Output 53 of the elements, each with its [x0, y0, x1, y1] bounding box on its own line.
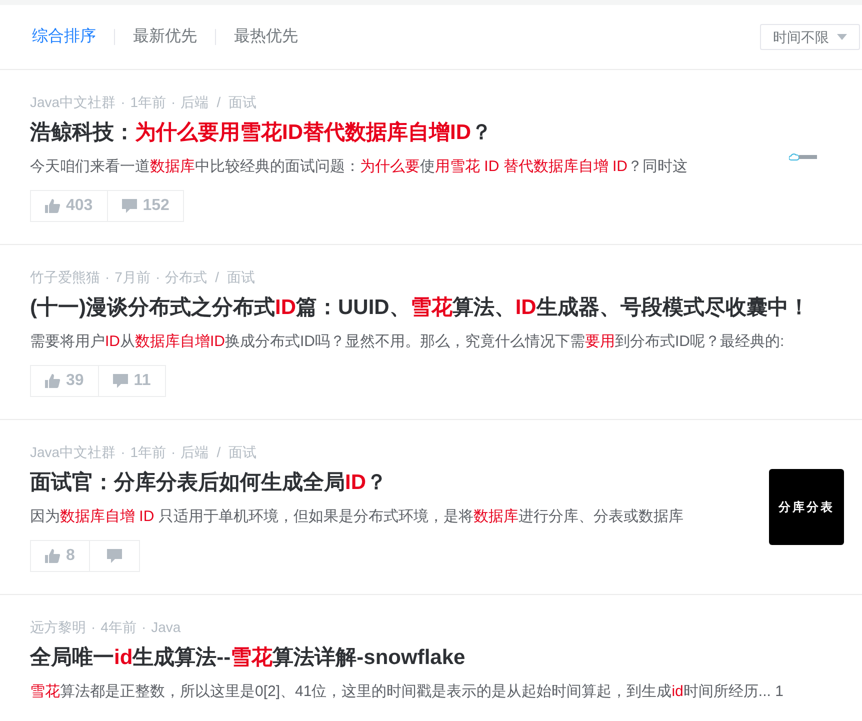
thumbs-up-icon [45, 199, 60, 213]
time-filter-dropdown[interactable]: 时间不限 [760, 24, 860, 50]
meta-separator: · [91, 618, 96, 636]
meta-separator: · [141, 618, 146, 636]
tag-link[interactable]: 面试 [228, 92, 257, 112]
comment-icon [122, 199, 137, 213]
post-time: 1年前 [130, 92, 166, 112]
article-title[interactable]: 面试官：分库分表后如何生成全局ID？ [30, 470, 759, 496]
post-time: 7月前 [114, 268, 150, 286]
cloud-logo-icon [789, 153, 819, 161]
meta-separator: · [120, 92, 126, 112]
category-link[interactable]: Java [151, 616, 181, 638]
article-title[interactable]: 浩鲸科技：为什么要用雪花ID替代数据库自增ID？ [30, 120, 754, 146]
comment-button[interactable]: 11 [98, 365, 166, 397]
tag-separator: / [215, 268, 220, 286]
like-button[interactable]: 8 [30, 540, 90, 572]
article-snippet: 因为数据库自增 ID 只适用于单机环境，但如果是分布式环境，是将数据库进行分库、分表或数据库 [30, 507, 684, 527]
category-link[interactable]: 后端 [180, 442, 209, 462]
post-time: 4年前 [100, 618, 136, 636]
tag-separator: / [216, 92, 221, 112]
tag-link[interactable]: 面试 [228, 442, 257, 462]
article-title[interactable]: (十一)漫谈分布式之分布式ID篇：UUID、雪花算法、ID生成器、号段模式尽收囊中！ [30, 295, 844, 321]
post-time: 1年前 [130, 442, 166, 462]
tag-separator: / [216, 442, 221, 462]
author-link[interactable]: Java中文社群 [30, 442, 116, 462]
comment-button[interactable]: 152 [108, 190, 184, 222]
author-link[interactable]: 远方黎明 [30, 616, 86, 638]
sort-tab[interactable]: 综合排序 [32, 25, 96, 49]
author-link[interactable]: 竹子爱熊猫 [30, 266, 100, 288]
comment-icon [106, 549, 122, 563]
article-title[interactable]: 全局唯一id生成算法--雪花算法详解-snowflake [30, 645, 844, 671]
article-snippet: 雪花算法都是正整数，所以这里是0[2]、41位，这里的时间戳是表示的是从起始时间算起，到生成id时间所经历... 1 [30, 682, 784, 702]
article-snippet: 需要将用户ID从数据库自增ID换成分布式ID吗？显然不用。那么，究竟什么情况下需要用到分布式ID呢？最经典的: [30, 332, 786, 352]
thumbs-up-icon [45, 549, 60, 563]
meta-separator: · [171, 442, 176, 462]
like-button[interactable]: 39 [30, 365, 99, 397]
article-snippet: 今天咱们来看一道数据库中比较经典的面试问题：为什么要使用雪花 ID 替代数据库自增 ID？同时这 [30, 157, 689, 177]
caret-icon [837, 34, 847, 40]
comment-icon [112, 374, 128, 388]
tag-link[interactable]: 面试 [227, 266, 256, 288]
meta-separator: · [105, 268, 110, 286]
category-link[interactable]: 后端 [180, 92, 209, 112]
like-button[interactable]: 403 [30, 190, 108, 222]
author-link[interactable]: Java中文社群 [30, 92, 116, 112]
sort-tab[interactable]: 最热优先 [234, 25, 298, 49]
sort-tab[interactable]: 最新优先 [133, 25, 197, 49]
meta-separator: · [171, 92, 176, 112]
thumbs-up-icon [45, 374, 60, 388]
category-link[interactable]: 分布式 [165, 266, 208, 288]
comment-button[interactable] [90, 540, 140, 572]
meta-separator: · [120, 442, 126, 462]
cover-text: 分库分表 [778, 499, 834, 516]
meta-separator: · [155, 268, 160, 286]
